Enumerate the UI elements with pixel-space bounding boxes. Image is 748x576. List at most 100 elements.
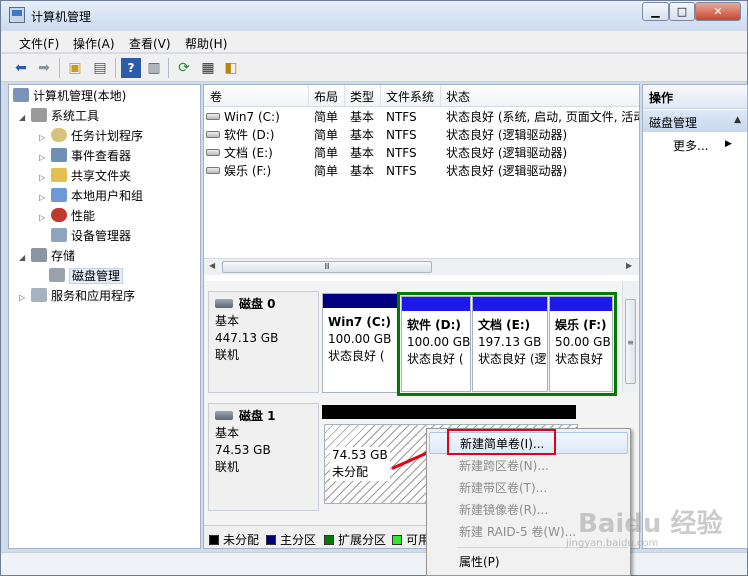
more-actions-link[interactable]: 更多... (673, 137, 708, 154)
tree-item-event-viewer[interactable]: ▷ 事件查看器 (39, 147, 131, 165)
column-header-filesystem[interactable]: 文件系统 (386, 88, 434, 105)
column-header-type[interactable]: 类型 (350, 88, 374, 105)
volume-list-hscrollbar[interactable]: ◀ Ⅲ ▶ (204, 258, 639, 275)
maximize-button[interactable]: □ (669, 2, 695, 21)
actions-section-disk-management[interactable]: 磁盘管理 ▲ (643, 110, 747, 132)
volume-row[interactable]: 文档 (E:) 简单 基本 NTFS 状态良好 (逻辑驱动器) (204, 144, 639, 162)
volume-fs-cell: NTFS (386, 110, 417, 124)
window-title: 计算机管理 (31, 10, 92, 24)
collapse-arrow-icon[interactable]: ◢ (19, 109, 31, 127)
users-icon (51, 188, 67, 202)
disk-0-size: 447.13 GB (215, 331, 279, 345)
volume-type-cell: 基本 (350, 164, 375, 178)
help-icon[interactable]: ? (121, 58, 141, 78)
disk-1-state: 联机 (215, 460, 240, 474)
disk-0-label[interactable]: 磁盘 0 基本 447.13 GB 联机 (208, 291, 319, 393)
tree-item-task-scheduler[interactable]: ▷ 任务计划程序 (39, 127, 143, 145)
legend-extended: 扩展分区 (324, 531, 386, 548)
baidu-watermark-url: jingyan.baidu.com (566, 538, 659, 549)
menu-help[interactable]: 帮助(H) (185, 35, 227, 52)
scroll-right-icon[interactable]: ▶ (626, 261, 632, 270)
column-divider[interactable] (380, 85, 381, 107)
close-button[interactable]: ✕ (695, 2, 741, 21)
tree-item-disk-management[interactable]: 磁盘管理 (49, 267, 124, 285)
tree-item-device-manager[interactable]: 设备管理器 (51, 227, 131, 245)
disk-view-vscrollbar[interactable]: ≡ (622, 281, 638, 392)
menu-view[interactable]: 查看(V) (129, 35, 171, 52)
expand-arrow-icon[interactable]: ▷ (39, 169, 51, 187)
menu-new-striped-volume[interactable]: 新建带区卷(T)... (429, 477, 628, 499)
forward-icon[interactable]: ➡ (34, 58, 54, 78)
up-folder-icon[interactable]: ▣ (65, 58, 85, 78)
show-tree-icon[interactable]: ▤ (90, 58, 110, 78)
expand-arrow-icon[interactable]: ▷ (39, 129, 51, 147)
partition-d[interactable]: 软件 (D:) 100.00 GB 状态良好 ( (401, 296, 471, 392)
disk-icon (215, 299, 233, 308)
back-icon[interactable]: ⬅ (11, 58, 31, 78)
storage-icon (31, 248, 47, 262)
tree-item-local-users[interactable]: ▷ 本地用户和组 (39, 187, 143, 205)
volume-row[interactable]: 软件 (D:) 简单 基本 NTFS 状态良好 (逻辑驱动器) (204, 126, 639, 144)
expand-arrow-icon[interactable]: ▷ (39, 209, 51, 227)
performance-icon (51, 208, 67, 222)
menu-file[interactable]: 文件(F) (19, 35, 59, 52)
tree-item-storage[interactable]: ◢ 存储 (19, 247, 75, 265)
volume-name-cell: 文档 (E:) (206, 144, 306, 162)
disk-1-size: 74.53 GB (215, 443, 271, 457)
volume-fs-cell: NTFS (386, 146, 417, 160)
tree-item-performance[interactable]: ▷ 性能 (39, 207, 95, 225)
collapse-up-icon[interactable]: ▲ (734, 115, 741, 125)
tree-item-shared-folders[interactable]: ▷ 共享文件夹 (39, 167, 131, 185)
expand-arrow-icon[interactable]: ▷ (19, 289, 31, 307)
column-header-volume[interactable]: 卷 (210, 88, 222, 105)
disk-1-label[interactable]: 磁盘 1 基本 74.53 GB 联机 (208, 403, 319, 511)
toolbar: ⬅ ➡ ▣ ▤ ? ▥ ⟳ ▦ ◧ (1, 54, 747, 82)
volume-layout-cell: 简单 (314, 110, 339, 124)
partition-f[interactable]: 娱乐 (F:) 50.00 GB 状态良好 (549, 296, 613, 392)
column-header-layout[interactable]: 布局 (314, 88, 338, 105)
disk-management-icon (49, 268, 65, 282)
shared-folder-icon (51, 168, 67, 182)
legend-unallocated: 未分配 (209, 531, 259, 548)
export-icon[interactable]: ◧ (221, 58, 241, 78)
column-divider[interactable] (308, 85, 309, 107)
volume-name-cell: 娱乐 (F:) (206, 162, 306, 180)
menu-new-spanned-volume[interactable]: 新建跨区卷(N)... (429, 455, 628, 477)
collapse-arrow-icon[interactable]: ◢ (19, 249, 31, 267)
minimize-button[interactable]: ▁ (642, 2, 669, 21)
volume-row[interactable]: Win7 (C:) 简单 基本 NTFS 状态良好 (系统, 启动, 页面文件,… (204, 108, 639, 126)
tree-item-root[interactable]: 计算机管理(本地) (13, 87, 126, 105)
submenu-arrow-icon: ▶ (725, 139, 732, 149)
partition-type-bar (323, 294, 397, 308)
highlight-box (447, 429, 556, 455)
show-pane-icon[interactable]: ▥ (144, 58, 164, 78)
expand-arrow-icon[interactable]: ▷ (39, 189, 51, 207)
partition-c[interactable]: Win7 (C:) 100.00 GB 状态良好 ( (322, 293, 398, 393)
actions-header: 操作 (643, 85, 747, 109)
clock-icon (51, 128, 67, 142)
column-divider[interactable] (344, 85, 345, 107)
volume-row[interactable]: 娱乐 (F:) 简单 基本 NTFS 状态良好 (逻辑驱动器) (204, 162, 639, 180)
volume-layout-cell: 简单 (314, 128, 339, 142)
device-manager-icon (51, 228, 67, 242)
column-divider[interactable] (440, 85, 441, 107)
vscroll-thumb[interactable]: ≡ (625, 299, 636, 384)
drive-icon (206, 149, 220, 156)
partition-e[interactable]: 文档 (E:) 197.13 GB 状态良好 (逻 (472, 296, 548, 392)
hscroll-thumb[interactable]: Ⅲ (222, 261, 432, 273)
volume-status-cell: 状态良好 (逻辑驱动器) (446, 164, 568, 178)
refresh-icon[interactable]: ⟳ (174, 58, 194, 78)
column-header-status[interactable]: 状态 (446, 88, 470, 105)
partition-type-bar (473, 297, 547, 311)
tree-item-services-apps[interactable]: ▷ 服务和应用程序 (19, 287, 135, 305)
tree-item-system-tools[interactable]: ◢ 系统工具 (19, 107, 99, 125)
menu-properties[interactable]: 属性(P) (429, 551, 628, 573)
scroll-left-icon[interactable]: ◀ (209, 261, 215, 270)
partition-type-bar (550, 297, 612, 311)
computer-management-icon (9, 7, 25, 23)
event-viewer-icon (51, 148, 67, 162)
expand-arrow-icon[interactable]: ▷ (39, 149, 51, 167)
menu-action[interactable]: 操作(A) (73, 35, 115, 52)
toolbar-separator (59, 58, 60, 78)
properties-icon[interactable]: ▦ (198, 58, 218, 78)
